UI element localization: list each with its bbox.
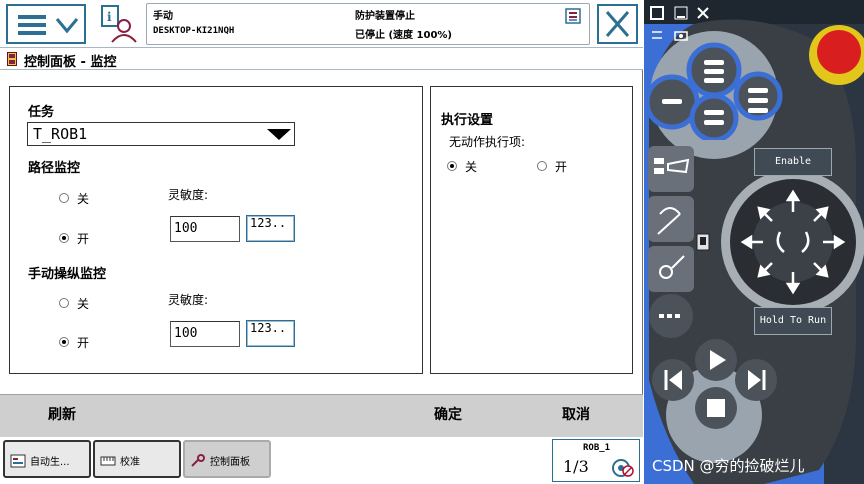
system-name: DESKTOP-KI21NQH: [153, 26, 235, 36]
svg-text:i: i: [107, 10, 112, 24]
top-bar: i 手动 DESKTOP-KI21NQH 防护装置停止 已停止 (速度 100%…: [0, 0, 643, 47]
status-bar[interactable]: 手动 DESKTOP-KI21NQH 防护装置停止 已停止 (速度 100%): [146, 3, 590, 45]
close-window-icon[interactable]: [696, 6, 710, 20]
ok-button[interactable]: 确定: [434, 404, 462, 424]
path-sensitivity-input[interactable]: 100: [170, 216, 240, 242]
operation-mode: 手动: [153, 11, 173, 22]
stop-status-icon: [565, 8, 581, 24]
calibration-icon: [100, 456, 116, 466]
path-off-radio[interactable]: 关: [59, 190, 129, 206]
no-motion-label: 无动作执行项:: [449, 135, 526, 149]
close-button[interactable]: [597, 4, 638, 44]
execution-settings-panel: 执行设置 无动作执行项: 关 开: [430, 86, 633, 374]
restore-window-icon[interactable]: [650, 6, 664, 20]
path-sensitivity-label: 灵敏度:: [168, 188, 209, 202]
chevron-down-icon: [55, 18, 79, 34]
dropdown-arrow-icon: [267, 129, 291, 140]
no-motion-on-radio[interactable]: 开: [537, 158, 607, 174]
task-label: 任务: [28, 105, 55, 120]
taskbar-item-autoproducer[interactable]: 自动生...: [3, 440, 91, 478]
page-title: 控制面板 - 监控: [24, 55, 117, 70]
jog-sensitivity-label: 灵敏度:: [168, 293, 209, 307]
supervision-panel: 任务 T_ROB1 路径监控 关 开 灵敏度: 100 123.. 手动操纵监控…: [9, 86, 423, 374]
close-icon: [605, 11, 630, 37]
path-supervision-heading: 路径监控: [28, 161, 81, 176]
task-select[interactable]: T_ROB1: [27, 122, 295, 146]
programmable-keys: [648, 42, 783, 140]
jog-keypad-button[interactable]: 123..: [246, 320, 295, 347]
jog-off-radio[interactable]: 关: [59, 295, 129, 311]
main-menu-button[interactable]: [6, 4, 86, 44]
path-keypad-button[interactable]: 123..: [246, 215, 295, 242]
production-window-icon: [10, 454, 26, 468]
refresh-button[interactable]: 刷新: [48, 404, 76, 424]
safety-state: 防护装置停止: [355, 11, 415, 22]
window-title-bar: 控制面板 - 监控: [0, 47, 643, 70]
flexpendant-screen: i 手动 DESKTOP-KI21NQH 防护装置停止 已停止 (速度 100%…: [0, 0, 643, 484]
control-panel-icon: [7, 52, 17, 66]
execution-settings-heading: 执行设置: [441, 113, 494, 128]
robot-name: ROB_1: [583, 443, 611, 453]
key-group: [648, 42, 783, 140]
run-mode-icon: [612, 459, 634, 477]
taskbar: 自动生... 校准 控制面板 ROB_1 1/3: [0, 437, 643, 484]
run-state: 已停止 (速度 100%): [355, 30, 452, 41]
motion-mode-buttons: [648, 146, 694, 338]
jog-on-radio[interactable]: 开: [59, 334, 129, 350]
quickset-robot-status[interactable]: ROB_1 1/3: [552, 439, 640, 482]
minimize-icon[interactable]: [674, 6, 688, 20]
event-log-user-icon[interactable]: i: [96, 4, 138, 44]
taskbar-item-control-panel[interactable]: 控制面板: [183, 440, 271, 478]
hold-to-run-button[interactable]: Hold To Run: [754, 307, 832, 335]
action-bar: 刷新 确定 取消: [0, 394, 643, 437]
speed-fraction: 1/3: [563, 457, 589, 476]
pendant-hardware: Enable Hold To Run: [644, 0, 864, 484]
cancel-button[interactable]: 取消: [562, 404, 590, 424]
program-execution-buttons: [652, 339, 777, 429]
task-value: T_ROB1: [33, 125, 88, 143]
no-motion-off-radio[interactable]: 关: [447, 158, 517, 174]
usb-port-icon: [696, 233, 710, 251]
enable-button[interactable]: Enable: [754, 148, 832, 176]
watermark: CSDN @穷的捡破烂儿: [652, 457, 805, 475]
path-on-radio[interactable]: 开: [59, 230, 129, 246]
jog-sensitivity-input[interactable]: 100: [170, 321, 240, 347]
wrench-icon: [191, 454, 205, 467]
jog-supervision-heading: 手动操纵监控: [28, 267, 107, 282]
hamburger-icon: [18, 15, 46, 35]
taskbar-item-calibration[interactable]: 校准: [93, 440, 181, 478]
